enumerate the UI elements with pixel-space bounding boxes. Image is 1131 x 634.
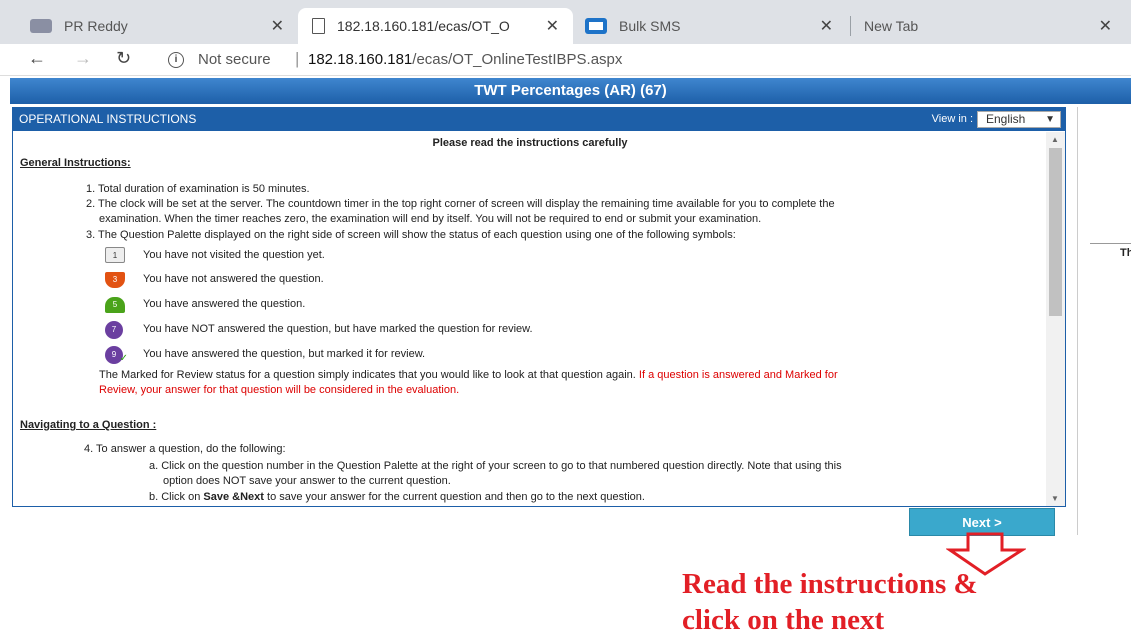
browser-tab-strip: PR Reddy ✕ 182.18.160.181/ecas/OT_O ✕ Bu… <box>0 0 1131 44</box>
answered-symbol-icon: 5 <box>105 297 125 313</box>
tab-new-tab[interactable]: New Tab ✕ <box>864 8 1126 44</box>
url-path: /ecas/OT_OnlineTestIBPS.aspx <box>412 51 623 68</box>
language-select[interactable]: English ▼ <box>977 111 1061 128</box>
url-field[interactable]: 182.18.160.181/ecas/OT_OnlineTestIBPS.as… <box>308 51 622 68</box>
line-text: b. Click on <box>149 491 201 503</box>
tab-title: New Tab <box>864 18 919 34</box>
not-secure-label: Not secure <box>198 51 271 68</box>
close-icon[interactable]: ✕ <box>820 16 833 36</box>
view-in-label: View in : <box>931 113 973 125</box>
general-instructions-heading: General Instructions: <box>20 157 131 169</box>
note-warning-text: Review, your answer for that question wi… <box>99 384 460 396</box>
scroll-thumb[interactable] <box>1049 148 1062 316</box>
save-next-text: Save &Next <box>203 491 264 503</box>
panel-heading: OPERATIONAL INSTRUCTIONS <box>19 112 197 126</box>
url-host: 182.18.160.181 <box>308 51 413 68</box>
symbol-label: You have not visited the question yet. <box>143 249 325 261</box>
instruction-line: 2. The clock will be set at the server. … <box>86 198 835 210</box>
address-divider: | <box>295 49 300 68</box>
panel-header: OPERATIONAL INSTRUCTIONS View in : Engli… <box>13 108 1065 131</box>
marked-review-note: The Marked for Review status for a quest… <box>99 369 838 381</box>
symbol-label: You have NOT answered the question, but … <box>143 323 533 335</box>
address-bar-row: ← → ↻ i Not secure | 182.18.160.181/ecas… <box>0 44 1131 76</box>
instruction-line: 3. The Question Palette displayed on the… <box>86 229 736 241</box>
note-text: The Marked for Review status for a quest… <box>99 369 636 381</box>
tab-exam[interactable]: 182.18.160.181/ecas/OT_O ✕ <box>298 8 573 44</box>
palette-label: Th <box>1120 247 1131 259</box>
exam-title-bar: TWT Percentages (AR) (67) <box>10 78 1131 104</box>
answered-marked-symbol-icon: 9 <box>105 346 128 368</box>
note-warning-text: If a question is answered and Marked for <box>638 369 838 381</box>
close-icon[interactable]: ✕ <box>546 16 559 36</box>
scroll-down-arrow-icon[interactable]: ▼ <box>1051 494 1059 503</box>
tab-separator <box>850 16 851 36</box>
instruction-line: b. Click on Save &Next to save your answ… <box>149 491 645 503</box>
instructions-content: Please read the instructions carefully G… <box>13 132 1047 506</box>
tab-pr-reddy[interactable]: PR Reddy ✕ <box>30 8 298 44</box>
line-text: to save your answer for the current ques… <box>267 491 645 503</box>
profile-favicon-icon <box>30 19 52 33</box>
instructions-panel: OPERATIONAL INSTRUCTIONS View in : Engli… <box>12 107 1066 507</box>
forward-arrow-icon[interactable]: → <box>74 48 92 69</box>
annotation-line: click on the next <box>682 604 885 634</box>
not-visited-symbol-icon: 1 <box>105 247 125 263</box>
tab-bulk-sms[interactable]: Bulk SMS ✕ <box>585 8 847 44</box>
symbol-label: You have answered the question. <box>143 298 306 310</box>
back-arrow-icon[interactable]: ← <box>28 48 46 69</box>
sms-favicon-icon <box>585 18 607 34</box>
scroll-up-arrow-icon[interactable]: ▲ <box>1051 135 1059 144</box>
vertical-scrollbar[interactable]: ▲ ▼ <box>1046 132 1065 506</box>
question-palette-panel: Th <box>1077 107 1131 535</box>
symbol-label: You have not answered the question. <box>143 273 324 285</box>
document-icon <box>312 18 325 34</box>
annotation-text: Read the instructions & click on the nex… <box>682 566 978 634</box>
instruction-line: 1. Total duration of examination is 50 m… <box>86 183 310 195</box>
tab-title: PR Reddy <box>64 18 128 34</box>
close-icon[interactable]: ✕ <box>271 16 284 36</box>
instruction-line: option does NOT save your answer to the … <box>163 475 451 487</box>
reload-icon[interactable]: ↻ <box>116 48 131 69</box>
navigating-heading: Navigating to a Question : <box>20 419 157 431</box>
info-icon[interactable]: i <box>168 52 184 68</box>
symbol-label: You have answered the question, but mark… <box>143 348 426 360</box>
tab-title: Bulk SMS <box>619 18 681 34</box>
tab-title: 182.18.160.181/ecas/OT_O <box>337 18 510 34</box>
annotation-line: Read the instructions & <box>682 568 978 600</box>
palette-divider <box>1090 243 1131 244</box>
read-carefully-title: Please read the instructions carefully <box>432 137 628 149</box>
close-icon[interactable]: ✕ <box>1099 16 1112 36</box>
instruction-line: a. Click on the question number in the Q… <box>149 460 842 472</box>
language-value: English <box>986 112 1026 126</box>
instruction-line: examination. When the timer reaches zero… <box>99 213 762 225</box>
instruction-line: 4. To answer a question, do the followin… <box>84 443 286 455</box>
marked-for-review-symbol-icon: 7 <box>105 321 123 339</box>
not-answered-symbol-icon: 3 <box>105 272 125 288</box>
dropdown-arrow-icon: ▼ <box>1045 114 1055 125</box>
